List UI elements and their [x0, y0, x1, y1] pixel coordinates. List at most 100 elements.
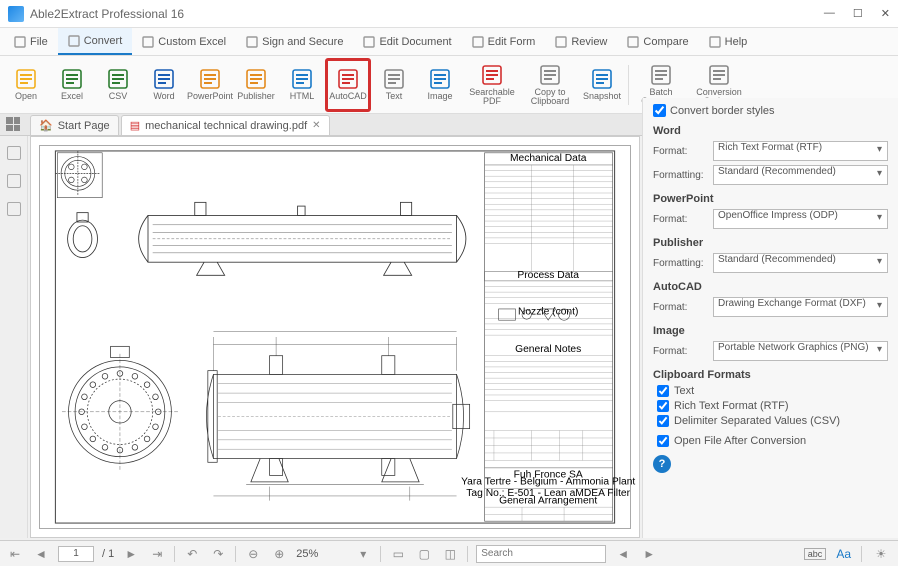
- label: Format:: [653, 214, 707, 225]
- theme-toggle-icon[interactable]: ☀: [872, 545, 890, 563]
- label: Format:: [653, 302, 707, 313]
- app-title: Able2Extract Professional 16: [30, 7, 824, 21]
- menu-custom-excel[interactable]: Custom Excel: [132, 28, 236, 55]
- ppt-icon: [199, 68, 221, 90]
- ppt-button[interactable]: PowerPoint: [188, 59, 232, 111]
- label: Formatting:: [653, 258, 707, 269]
- document-viewport[interactable]: Mechanical Data Process Data: [30, 136, 640, 538]
- label: Formatting:: [653, 170, 707, 181]
- word-format-select[interactable]: Rich Text Format (RTF): [713, 141, 888, 161]
- menu-edit-document[interactable]: Edit Document: [353, 28, 461, 55]
- image-format-select[interactable]: Portable Network Graphics (PNG): [713, 341, 888, 361]
- section-image: Image: [653, 325, 888, 337]
- image-button[interactable]: Image: [418, 59, 462, 111]
- search-prev-button[interactable]: ◄: [614, 545, 632, 563]
- zoom-in-button[interactable]: ⊕: [270, 545, 288, 563]
- snapshot-button[interactable]: Snapshot: [580, 59, 624, 111]
- status-bar: ⇤ ◄ / 1 ► ⇥ ↶ ↷ ⊖ ⊕ 25% ▾ ▭ ▢ ◫ ◄ ► abc …: [0, 540, 898, 566]
- html-icon: [291, 68, 313, 90]
- tab-close-icon[interactable]: ✕: [312, 120, 320, 131]
- clipboard-rich-text-format-rtf--checkbox[interactable]: Rich Text Format (RTF): [653, 400, 888, 412]
- actual-size-button[interactable]: ◫: [441, 545, 459, 563]
- page-number-field[interactable]: [58, 546, 94, 562]
- rotate-ccw-button[interactable]: ↶: [183, 545, 201, 563]
- menu-convert[interactable]: Convert: [58, 28, 133, 55]
- clipboard-text-checkbox[interactable]: Text: [653, 385, 888, 397]
- publisher-button[interactable]: Publisher: [234, 59, 278, 111]
- tab-start-page[interactable]: 🏠Start Page: [30, 115, 119, 135]
- excel-button[interactable]: Excel: [50, 59, 94, 111]
- menu-bar: FileConvertCustom ExcelSign and SecureEd…: [0, 28, 898, 56]
- fit-page-button[interactable]: ▢: [415, 545, 433, 563]
- tb-header: Mechanical Data: [510, 153, 587, 164]
- autocad-format-select[interactable]: Drawing Exchange Format (DXF): [713, 297, 888, 317]
- clipboard-button[interactable]: Copy to Clipboard: [522, 59, 578, 111]
- zoom-out-button[interactable]: ⊖: [244, 545, 262, 563]
- search-input[interactable]: [476, 545, 606, 563]
- convert-border-styles-label: Convert border styles: [670, 105, 775, 117]
- html-button[interactable]: HTML: [280, 59, 324, 111]
- word-icon: [153, 68, 175, 90]
- next-page-button[interactable]: ►: [122, 545, 140, 563]
- app-logo-icon: [8, 6, 24, 22]
- menu-sign-and-secure[interactable]: Sign and Secure: [236, 28, 353, 55]
- thumbnail-panel-icon[interactable]: [7, 146, 21, 160]
- image-icon: [429, 68, 451, 90]
- attachment-panel-icon[interactable]: [7, 202, 21, 216]
- zoom-level-label[interactable]: 25%: [296, 548, 346, 560]
- prev-page-button[interactable]: ◄: [32, 545, 50, 563]
- page-total-label: / 1: [102, 548, 114, 560]
- tab-mechanical-technical-drawing-pdf[interactable]: ▤mechanical technical drawing.pdf✕: [121, 115, 330, 135]
- svg-text:General Notes: General Notes: [515, 344, 581, 355]
- text-button[interactable]: Text: [372, 59, 416, 111]
- searchpdf-button[interactable]: Searchable PDF: [464, 59, 520, 111]
- section-powerpoint: PowerPoint: [653, 193, 888, 205]
- minimize-button[interactable]: —: [824, 7, 835, 20]
- autocad-button[interactable]: AutoCAD: [326, 59, 370, 111]
- convert-border-styles-checkbox[interactable]: [653, 104, 666, 117]
- conversion-options-panel: Convert border styles Word Format: Rich Te…: [642, 98, 898, 538]
- home-icon: 🏠: [39, 119, 53, 132]
- bookmark-panel-icon[interactable]: [7, 174, 21, 188]
- left-sidebar: [0, 136, 28, 538]
- open-icon: [15, 68, 37, 90]
- rotate-cw-button[interactable]: ↷: [209, 545, 227, 563]
- csv-button[interactable]: CSV: [96, 59, 140, 111]
- batch-icon: [650, 64, 672, 86]
- open-button[interactable]: Open: [4, 59, 48, 111]
- match-word-toggle[interactable]: abc: [804, 548, 827, 560]
- clipboard-delimiter-separated-values-csv--checkbox[interactable]: Delimiter Separated Values (CSV): [653, 415, 888, 427]
- clipboard-icon: [539, 64, 561, 86]
- autocad-icon: [337, 68, 359, 90]
- fit-width-button[interactable]: ▭: [389, 545, 407, 563]
- label: Format:: [653, 146, 707, 157]
- last-page-button[interactable]: ⇥: [148, 545, 166, 563]
- close-button[interactable]: ✕: [881, 7, 890, 20]
- menu-review[interactable]: Review: [545, 28, 617, 55]
- first-page-button[interactable]: ⇤: [6, 545, 24, 563]
- publisher-icon: [245, 68, 267, 90]
- powerpoint-format-select[interactable]: OpenOffice Impress (ODP): [713, 209, 888, 229]
- menu-file[interactable]: File: [4, 28, 58, 55]
- zoom-dropdown-icon[interactable]: ▾: [354, 545, 372, 563]
- match-case-toggle[interactable]: Aa: [836, 547, 851, 561]
- menu-help[interactable]: Help: [699, 28, 758, 55]
- open-after-conversion-checkbox[interactable]: [657, 435, 669, 447]
- clipboard-formats-heading: Clipboard Formats: [653, 369, 888, 381]
- publisher-formatting-select[interactable]: Standard (Recommended): [713, 253, 888, 273]
- open-after-conversion-label: Open File After Conversion: [674, 435, 806, 447]
- svg-text:General Arrangement: General Arrangement: [499, 495, 597, 506]
- word-formatting-select[interactable]: Standard (Recommended): [713, 165, 888, 185]
- grid-view-icon[interactable]: [6, 117, 20, 131]
- title-bar: Able2Extract Professional 16 — ☐ ✕: [0, 0, 898, 28]
- section-autocad: AutoCAD: [653, 281, 888, 293]
- word-button[interactable]: Word: [142, 59, 186, 111]
- help-icon[interactable]: ?: [653, 455, 671, 473]
- section-word: Word: [653, 125, 888, 137]
- search-next-button[interactable]: ►: [640, 545, 658, 563]
- svg-text:Process Data: Process Data: [517, 270, 579, 281]
- excel-icon: [61, 68, 83, 90]
- maximize-button[interactable]: ☐: [853, 7, 863, 20]
- menu-compare[interactable]: Compare: [617, 28, 698, 55]
- menu-edit-form[interactable]: Edit Form: [462, 28, 546, 55]
